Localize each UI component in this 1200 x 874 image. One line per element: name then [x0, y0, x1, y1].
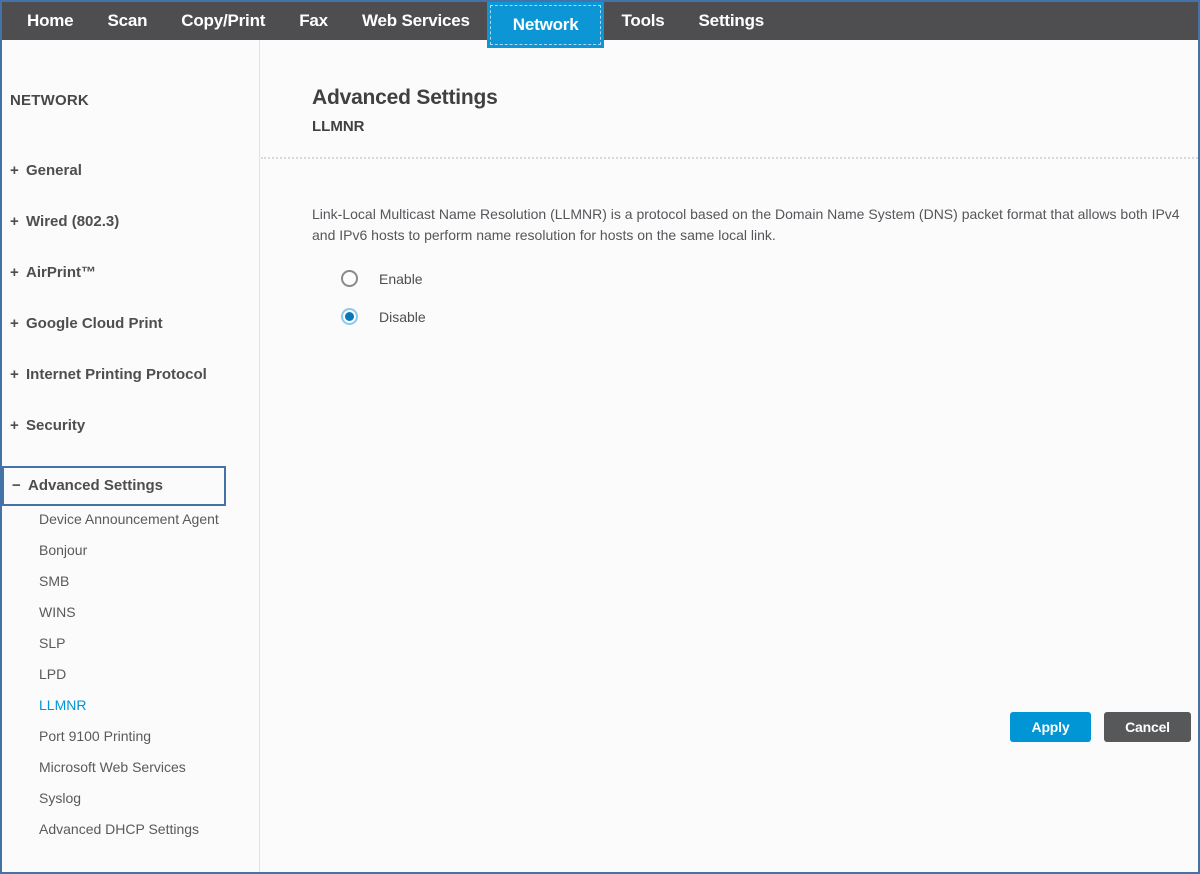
- tab-copy-print[interactable]: Copy/Print: [164, 2, 282, 40]
- radio-unchecked-icon: [341, 270, 358, 287]
- sidebar-subitem-slp[interactable]: SLP: [39, 634, 239, 652]
- enable-radio-label: Enable: [379, 271, 423, 287]
- expand-plus-icon: +: [10, 211, 26, 233]
- sidebar-item-label: General: [26, 162, 82, 179]
- sidebar-item-label: Internet Printing Protocol: [26, 366, 207, 383]
- apply-button[interactable]: Apply: [1010, 712, 1091, 742]
- sidebar-item-label: Wired (802.3): [26, 213, 119, 230]
- sidebar-subitem-port-9100-printing[interactable]: Port 9100 Printing: [39, 727, 239, 745]
- tab-fax[interactable]: Fax: [282, 2, 345, 40]
- tab-network[interactable]: Network: [487, 2, 605, 48]
- page-subtitle: LLMNR: [312, 118, 365, 135]
- sidebar-item-label: Google Cloud Print: [26, 315, 163, 332]
- sidebar-item-label: Security: [26, 417, 85, 434]
- llmnr-description: Link-Local Multicast Name Resolution (LL…: [312, 204, 1184, 246]
- sidebar-subitem-device-announcement-agent[interactable]: Device Announcement Agent: [39, 510, 239, 528]
- advanced-settings-sublist: Device Announcement Agent Bonjour SMB WI…: [2, 510, 259, 851]
- expand-plus-icon: +: [10, 313, 26, 335]
- collapse-minus-icon: −: [12, 475, 28, 497]
- tab-settings[interactable]: Settings: [682, 2, 781, 40]
- sidebar-subitem-advanced-dhcp-settings[interactable]: Advanced DHCP Settings: [39, 820, 239, 838]
- sidebar-subitem-bonjour[interactable]: Bonjour: [39, 541, 239, 559]
- tab-scan[interactable]: Scan: [90, 2, 164, 40]
- sidebar-item-security[interactable]: +Security: [2, 415, 259, 437]
- network-sidebar: NETWORK +General +Wired (802.3) +AirPrin…: [2, 40, 260, 872]
- top-navigation: Home Scan Copy/Print Fax Web Services Ne…: [2, 2, 1198, 40]
- cancel-button[interactable]: Cancel: [1104, 712, 1191, 742]
- radio-checked-icon: [341, 308, 358, 325]
- main-content: Advanced Settings LLMNR Link-Local Multi…: [261, 40, 1198, 872]
- tab-home[interactable]: Home: [10, 2, 90, 40]
- sidebar-item-general[interactable]: +General: [2, 160, 259, 182]
- sidebar-title: NETWORK: [10, 92, 89, 109]
- tab-tools[interactable]: Tools: [604, 2, 681, 40]
- llmnr-radio-group: Enable Disable: [341, 270, 426, 346]
- sidebar-subitem-smb[interactable]: SMB: [39, 572, 239, 590]
- sidebar-item-airprint[interactable]: +AirPrint™: [2, 262, 259, 284]
- sidebar-section-list: +General +Wired (802.3) +AirPrint™ +Goog…: [2, 160, 259, 520]
- sidebar-item-internet-printing-protocol[interactable]: +Internet Printing Protocol: [2, 364, 259, 386]
- disable-radio[interactable]: Disable: [341, 308, 426, 325]
- disable-radio-label: Disable: [379, 309, 426, 325]
- sidebar-subitem-wins[interactable]: WINS: [39, 603, 239, 621]
- sidebar-item-label: Advanced Settings: [28, 477, 163, 494]
- sidebar-subitem-syslog[interactable]: Syslog: [39, 789, 239, 807]
- expand-plus-icon: +: [10, 262, 26, 284]
- page-title: Advanced Settings: [312, 86, 498, 110]
- sidebar-item-advanced-settings[interactable]: −Advanced Settings: [2, 466, 226, 506]
- sidebar-subitem-microsoft-web-services[interactable]: Microsoft Web Services: [39, 758, 239, 776]
- enable-radio[interactable]: Enable: [341, 270, 426, 287]
- sidebar-item-google-cloud-print[interactable]: +Google Cloud Print: [2, 313, 259, 335]
- dotted-divider: [261, 157, 1198, 159]
- ews-page: Home Scan Copy/Print Fax Web Services Ne…: [0, 0, 1200, 874]
- tab-web-services[interactable]: Web Services: [345, 2, 487, 40]
- expand-plus-icon: +: [10, 364, 26, 386]
- expand-plus-icon: +: [10, 160, 26, 182]
- sidebar-subitem-lpd[interactable]: LPD: [39, 665, 239, 683]
- sidebar-item-wired[interactable]: +Wired (802.3): [2, 211, 259, 233]
- sidebar-item-label: AirPrint™: [26, 264, 96, 281]
- expand-plus-icon: +: [10, 415, 26, 437]
- sidebar-subitem-llmnr[interactable]: LLMNR: [39, 696, 239, 714]
